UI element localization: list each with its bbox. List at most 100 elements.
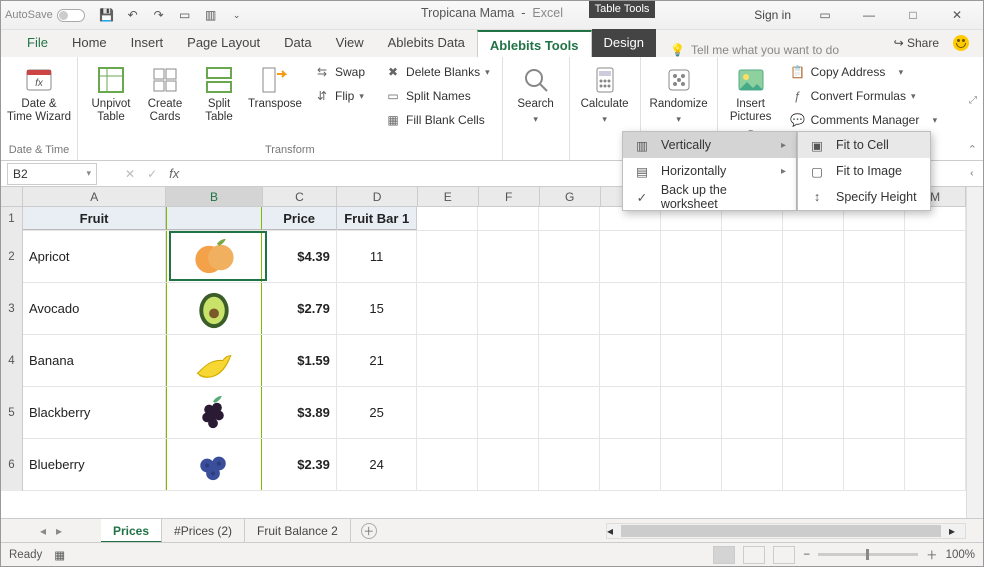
submenu-fit-to-image[interactable]: ▢Fit to Image	[798, 158, 930, 184]
cell[interactable]: Banana	[23, 335, 166, 386]
cell[interactable]	[905, 387, 966, 438]
share-button[interactable]: ↪ Share	[894, 36, 939, 50]
sheet-tab-prices[interactable]: Prices	[101, 519, 162, 543]
undo-icon[interactable]: ↶	[121, 4, 145, 26]
unpivot-table-button[interactable]: Unpivot Table	[84, 61, 138, 137]
redo-icon[interactable]: ↷	[147, 4, 171, 26]
accept-formula-icon[interactable]: ✓	[147, 167, 157, 181]
cell[interactable]	[417, 439, 478, 490]
cell[interactable]	[783, 439, 844, 490]
cell[interactable]	[905, 439, 966, 490]
date-time-wizard-button[interactable]: fx Date & Time Wizard	[7, 61, 71, 137]
select-all-corner[interactable]	[1, 187, 23, 207]
tab-page-layout[interactable]: Page Layout	[175, 29, 272, 57]
cell[interactable]	[844, 335, 905, 386]
cell[interactable]	[844, 231, 905, 282]
col-header-E[interactable]: E	[418, 187, 479, 206]
cell[interactable]: $1.59	[262, 335, 337, 386]
cell[interactable]	[783, 387, 844, 438]
tab-table-design[interactable]: Design	[592, 29, 656, 57]
col-header-F[interactable]: F	[479, 187, 540, 206]
cell[interactable]	[417, 207, 478, 230]
macros-icon[interactable]: ▦	[54, 548, 65, 562]
cell[interactable]: 25	[337, 387, 418, 438]
row-header-3[interactable]: 3	[1, 283, 23, 335]
fx-icon[interactable]: fx	[169, 166, 179, 181]
calculate-button[interactable]: Calculate▾	[576, 61, 634, 137]
sheet-tab-prices-2[interactable]: #Prices (2)	[162, 519, 245, 543]
cell[interactable]	[539, 231, 600, 282]
cell[interactable]: 24	[337, 439, 418, 490]
cell[interactable]: Price	[262, 207, 337, 230]
cell[interactable]	[661, 335, 722, 386]
cell[interactable]: $4.39	[262, 231, 337, 282]
sheet-nav-next-icon[interactable]: ▸	[56, 524, 62, 538]
cell[interactable]	[783, 283, 844, 334]
submenu-fit-to-cell[interactable]: ▣Fit to Cell	[798, 132, 930, 158]
col-header-G[interactable]: G	[540, 187, 601, 206]
cell[interactable]	[722, 335, 783, 386]
tell-me-search[interactable]: 💡 Tell me what you want to do	[670, 43, 839, 57]
qat-more-icon[interactable]: ⌄	[225, 4, 249, 26]
cell[interactable]	[600, 439, 661, 490]
tab-data[interactable]: Data	[272, 29, 323, 57]
expand-popout-icon[interactable]: ⤢	[969, 95, 977, 106]
cell[interactable]: Fruit	[23, 207, 166, 230]
cell[interactable]	[166, 207, 262, 230]
sheet-nav-prev-icon[interactable]: ◂	[40, 524, 46, 538]
cancel-formula-icon[interactable]: ✕	[125, 167, 135, 181]
cell[interactable]	[722, 231, 783, 282]
cell[interactable]: Fruit Bar 1	[337, 207, 418, 230]
cell[interactable]	[478, 207, 539, 230]
submenu-specify-height[interactable]: ↕Specify Height	[798, 184, 930, 210]
copy-address-button[interactable]: 📋Copy Address ▾	[784, 61, 944, 83]
cell[interactable]	[600, 335, 661, 386]
cell[interactable]	[166, 439, 262, 490]
cell[interactable]	[844, 439, 905, 490]
tab-home[interactable]: Home	[60, 29, 119, 57]
delete-blanks-button[interactable]: ✖Delete Blanks ▾	[379, 61, 496, 83]
cell[interactable]	[783, 231, 844, 282]
split-names-button[interactable]: ▭Split Names	[379, 85, 496, 107]
flip-button[interactable]: ⇵Flip ▾	[308, 85, 371, 107]
randomize-button[interactable]: Randomize▾	[647, 61, 711, 137]
cell[interactable]	[478, 439, 539, 490]
cell[interactable]	[600, 231, 661, 282]
cell[interactable]: $2.79	[262, 283, 337, 334]
col-header-B[interactable]: B	[166, 187, 262, 206]
col-header-A[interactable]: A	[23, 187, 166, 206]
menu-vertically[interactable]: ▥Vertically▸	[623, 132, 796, 158]
qat-icon[interactable]: ▥	[199, 4, 223, 26]
expand-formula-bar-icon[interactable]: ⌄	[967, 169, 978, 177]
zoom-out-icon[interactable]: −	[803, 549, 810, 561]
ribbon-options-icon[interactable]: ▭	[803, 1, 847, 29]
cell[interactable]: Apricot	[23, 231, 166, 282]
zoom-slider[interactable]	[818, 553, 918, 556]
cell[interactable]	[166, 283, 262, 334]
cell[interactable]	[905, 283, 966, 334]
convert-formulas-button[interactable]: ƒConvert Formulas ▾	[784, 85, 944, 107]
feedback-smiley-icon[interactable]	[953, 35, 969, 51]
sheet-tab-fruit-balance-2[interactable]: Fruit Balance 2	[245, 519, 351, 543]
cell[interactable]	[661, 283, 722, 334]
autosave-toggle[interactable]: AutoSave	[5, 9, 85, 22]
zoom-level[interactable]: 100%	[946, 549, 975, 561]
tab-file[interactable]: File	[15, 29, 60, 57]
tab-view[interactable]: View	[324, 29, 376, 57]
row-header-5[interactable]: 5	[1, 387, 23, 439]
cell[interactable]: Avocado	[23, 283, 166, 334]
cell[interactable]	[539, 207, 600, 230]
cell[interactable]: 21	[337, 335, 418, 386]
cell[interactable]	[539, 439, 600, 490]
col-header-C[interactable]: C	[263, 187, 338, 206]
cell[interactable]	[722, 387, 783, 438]
cell[interactable]	[905, 335, 966, 386]
insert-pictures-button[interactable]: Insert Pictures▾	[724, 61, 778, 137]
menu-backup-worksheet[interactable]: ✓Back up the worksheet	[623, 184, 796, 210]
cell[interactable]: $2.39	[262, 439, 337, 490]
view-page-layout-icon[interactable]	[743, 546, 765, 564]
fill-blank-cells-button[interactable]: ▦Fill Blank Cells	[379, 109, 496, 131]
cell[interactable]	[417, 231, 478, 282]
row-header-1[interactable]: 1	[1, 207, 23, 231]
cell[interactable]	[539, 335, 600, 386]
